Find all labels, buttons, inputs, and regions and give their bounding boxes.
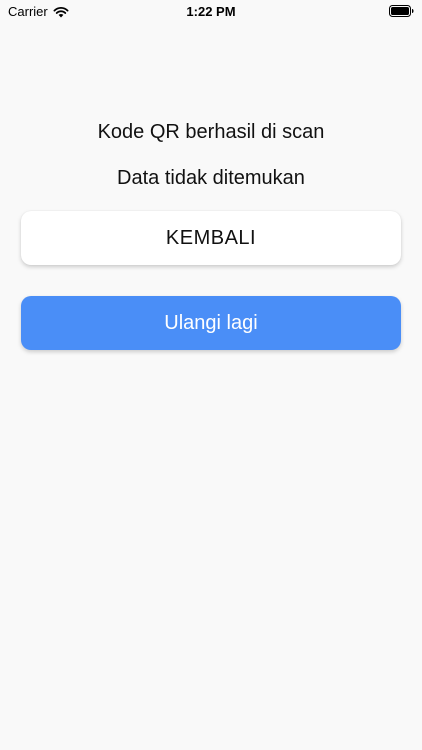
retry-button-label: Ulangi lagi [164,311,258,334]
status-time: 1:22 PM [186,4,236,19]
status-bar: Carrier 1:22 PM [0,0,422,24]
battery-full-icon [389,5,414,17]
back-button[interactable]: KEMBALI [21,211,401,265]
retry-button[interactable]: Ulangi lagi [21,296,401,350]
scan-success-text: Kode QR berhasil di scan [97,121,325,143]
data-not-found-text: Data tidak ditemukan [117,167,305,189]
back-button-label: KEMBALI [165,226,257,249]
screen: Carrier 1:22 PM Kode QR berhasil di scan… [0,0,422,750]
